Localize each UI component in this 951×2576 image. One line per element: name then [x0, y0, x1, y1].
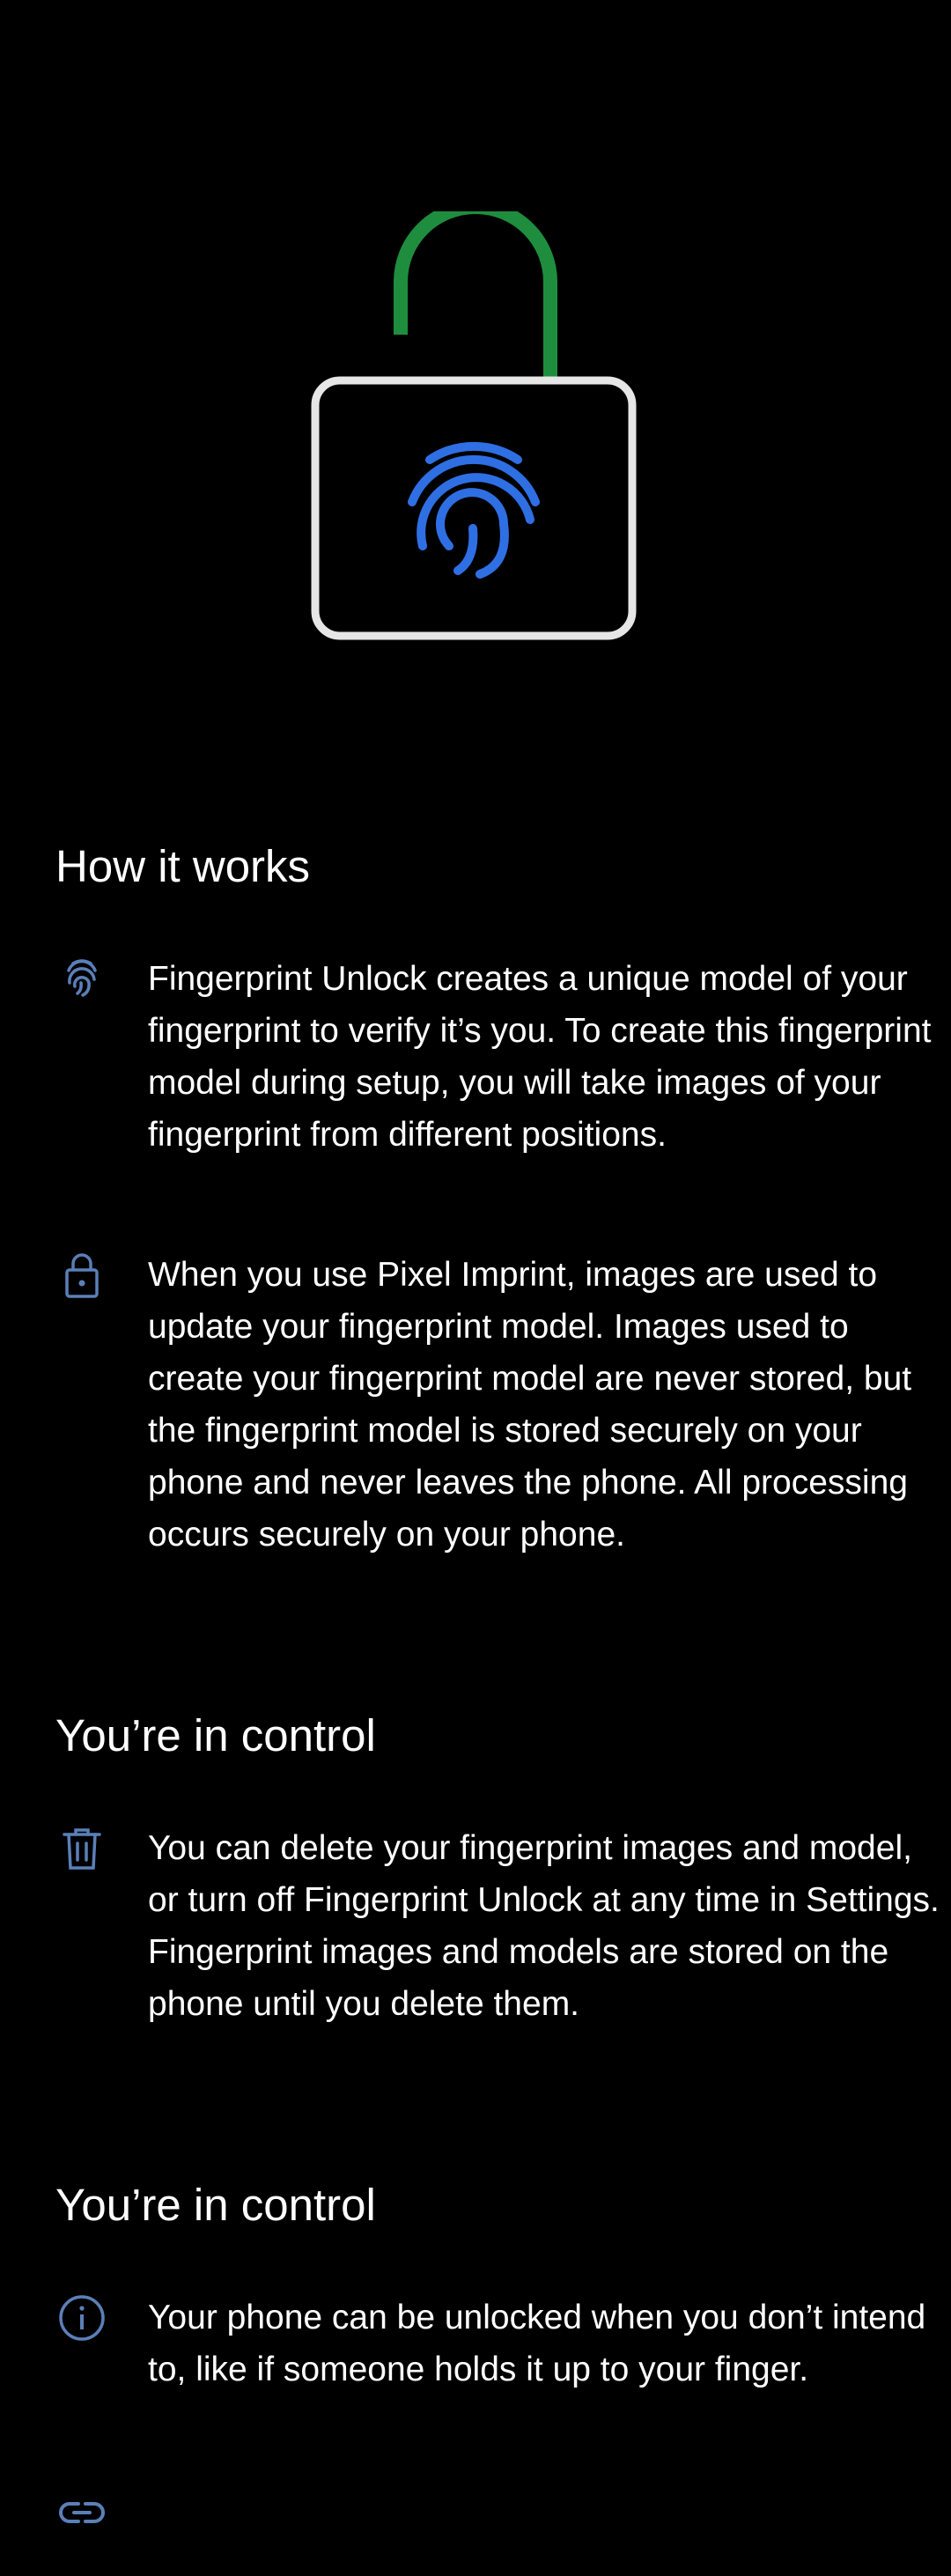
list-item-link[interactable] [55, 2486, 901, 2548]
list-item-fingerprint-model: Fingerprint Unlock creates a unique mode… [55, 953, 931, 1217]
unintended-unlock-text: Your phone can be unlocked when you don’… [148, 2299, 926, 2388]
section-title-how-it-works: How it works [55, 841, 311, 891]
list-item-delete-fingerprint: You can delete your fingerprint images a… [55, 1822, 940, 2086]
link-icon[interactable] [55, 2486, 108, 2539]
pixel-imprint-text: When you use Pixel Imprint, images are u… [148, 1256, 912, 1554]
list-item-pixel-imprint: When you use Pixel Imprint, images are u… [55, 1249, 911, 1619]
fingerprint-icon [55, 953, 108, 1006]
section-title-youre-in-control: You’re in control [55, 1710, 376, 1760]
delete-fingerprint-text: You can delete your fingerprint images a… [148, 1829, 940, 2023]
lock-icon [55, 1249, 108, 1302]
list-item-unintended-unlock: Your phone can be unlocked when you don’… [55, 2292, 925, 2459]
hero-illustration [0, 0, 951, 669]
info-icon [55, 2292, 108, 2344]
trash-icon [55, 1822, 108, 1875]
lock-open-fingerprint-icon [311, 211, 637, 640]
section-title-youre-in-control-2: You’re in control [55, 2180, 376, 2230]
fingerprint-model-text: Fingerprint Unlock creates a unique mode… [148, 960, 932, 1154]
